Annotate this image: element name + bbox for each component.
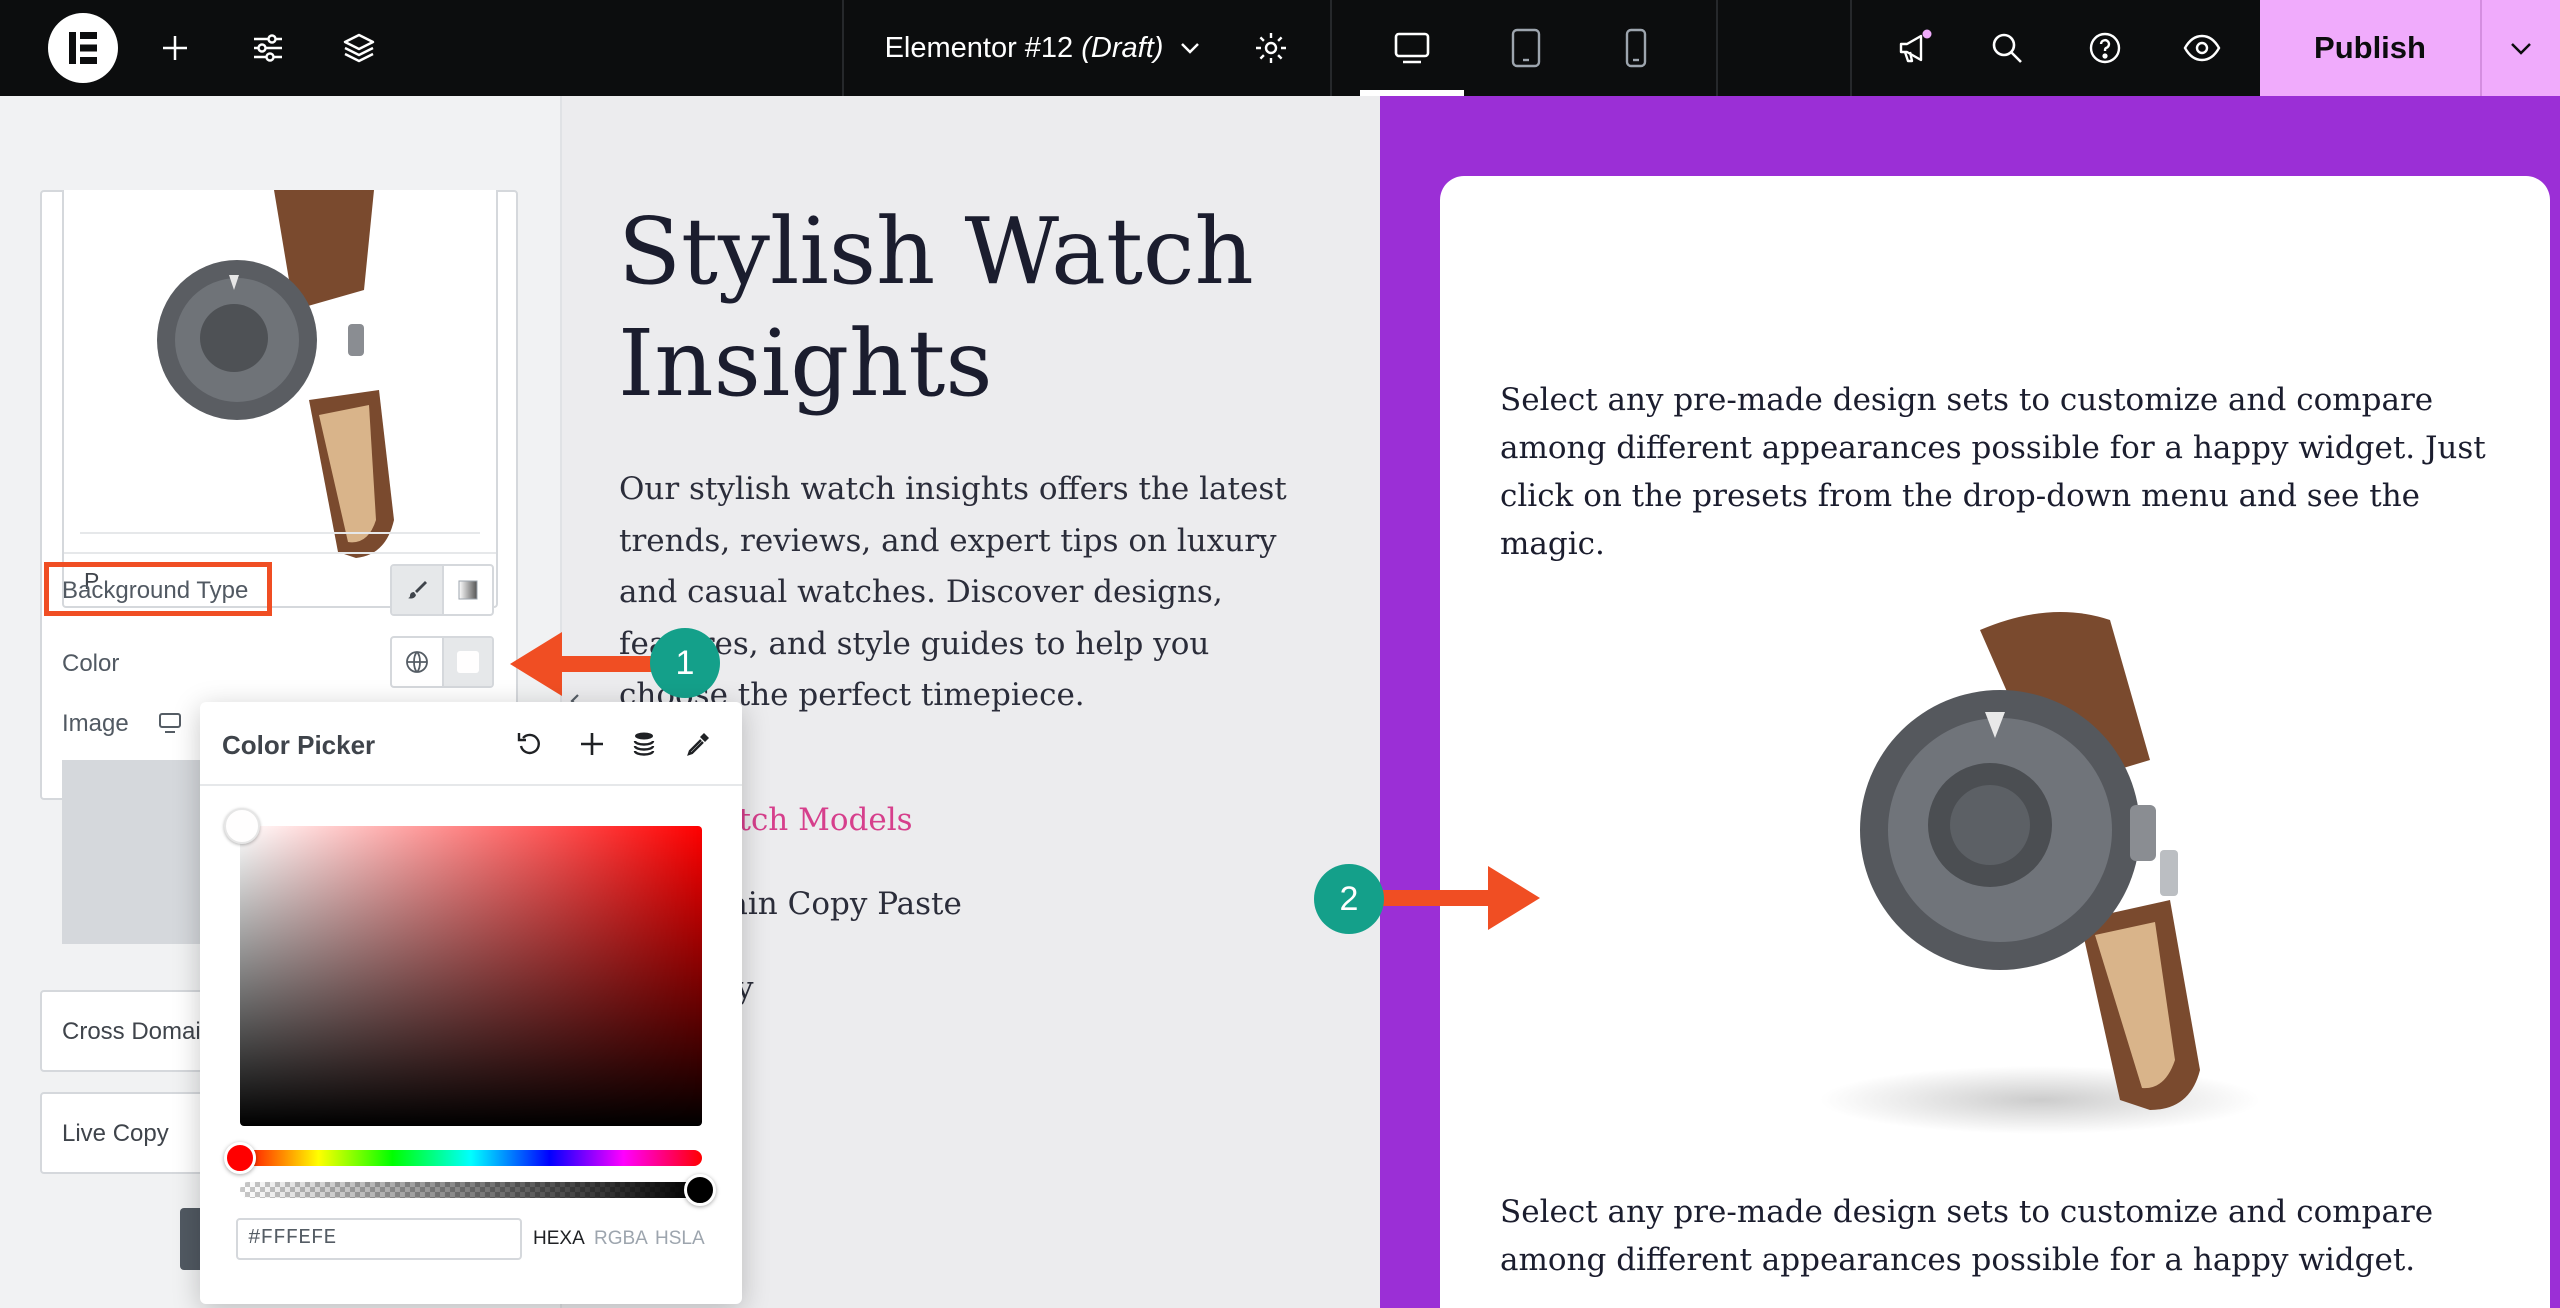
watch-product-image [1820, 612, 2260, 1134]
global-colors-database-icon[interactable] [630, 730, 658, 758]
mobile-view-icon[interactable] [1606, 0, 1666, 96]
watch-image-thumbnail [157, 190, 394, 558]
divider [64, 552, 496, 554]
site-settings-sliders-icon[interactable] [243, 0, 293, 96]
color-picker-title: Color Picker [222, 730, 376, 760]
annotation-arrow-left [510, 632, 665, 696]
hero-title: Stylish Watch Insights [618, 198, 1254, 417]
chevron-down-icon [1181, 43, 1200, 54]
color-swatch-button[interactable] [442, 638, 492, 686]
format-hsla-tab[interactable]: HSLA [655, 1228, 705, 1250]
hex-input[interactable]: #FFFEFE [236, 1218, 522, 1260]
annotation-badge-2: 2 [1314, 864, 1384, 934]
global-colors-globe-icon[interactable] [392, 638, 442, 686]
color-label: Color [62, 650, 120, 677]
elementor-logo-icon[interactable] [46, 0, 120, 96]
chevron-down-icon [2511, 43, 2531, 55]
add-element-icon[interactable] [150, 0, 200, 96]
notifications-megaphone-icon[interactable] [1888, 0, 1942, 96]
document-title: Elementor #12 (Draft) [884, 31, 1164, 64]
divider [1850, 0, 1852, 96]
hue-slider[interactable] [240, 1150, 702, 1166]
help-icon[interactable] [2080, 0, 2130, 96]
annotation-arrow-right [1380, 866, 1540, 930]
section-label: Live Copy [62, 1120, 169, 1147]
tab-watch-models[interactable]: atch Models [720, 802, 913, 838]
color-control [390, 636, 494, 688]
structure-layers-icon[interactable] [334, 0, 384, 96]
alpha-handle[interactable] [684, 1174, 716, 1206]
image-preview-field[interactable]: P [62, 190, 498, 608]
desktop-view-icon[interactable] [1360, 0, 1464, 96]
image-label: Image [62, 710, 129, 737]
hero-description: Our stylish watch insights offers the la… [619, 471, 1287, 713]
section-label: Cross Domai [62, 1018, 201, 1045]
saturation-brightness-area[interactable] [240, 826, 702, 1126]
classic-brush-icon[interactable] [392, 566, 442, 614]
gradient-icon[interactable] [442, 566, 492, 614]
publish-options-button[interactable] [2480, 0, 2560, 96]
format-hexa-tab[interactable]: HEXA [533, 1228, 585, 1250]
preview-eye-icon[interactable] [2176, 0, 2228, 96]
publish-button[interactable]: Publish [2260, 0, 2480, 96]
alpha-slider[interactable] [240, 1182, 702, 1198]
divider [842, 0, 844, 96]
tab-content-text-2: Select any pre-made design sets to custo… [1500, 1194, 2434, 1278]
tablet-view-icon[interactable] [1496, 0, 1556, 96]
format-rgba-tab[interactable]: RGBA [594, 1228, 648, 1250]
tab-content-text: Select any pre-made design sets to custo… [1500, 382, 2486, 562]
desktop-responsive-icon[interactable] [158, 712, 182, 734]
divider [80, 532, 480, 534]
reset-color-icon[interactable] [516, 730, 544, 758]
divider [1716, 0, 1718, 96]
saturation-handle[interactable] [224, 808, 260, 844]
top-bar: Elementor #12 (Draft) Publish [0, 0, 2560, 96]
search-icon[interactable] [1982, 0, 2032, 96]
background-type-toggle [390, 564, 494, 616]
color-picker-popover: Color Picker #FFFEFE HEXA RGBA HSLA [200, 702, 742, 1304]
background-type-label: Background Type [62, 577, 249, 604]
hue-handle[interactable] [224, 1142, 256, 1174]
eyedropper-icon[interactable] [684, 730, 712, 758]
page-settings-gear-icon[interactable] [1246, 0, 1296, 96]
add-global-color-icon[interactable] [578, 730, 606, 758]
annotation-badge-1: 1 [650, 628, 720, 698]
document-title-dropdown[interactable]: Elementor #12 (Draft) [876, 0, 1212, 96]
divider [1330, 0, 1332, 96]
